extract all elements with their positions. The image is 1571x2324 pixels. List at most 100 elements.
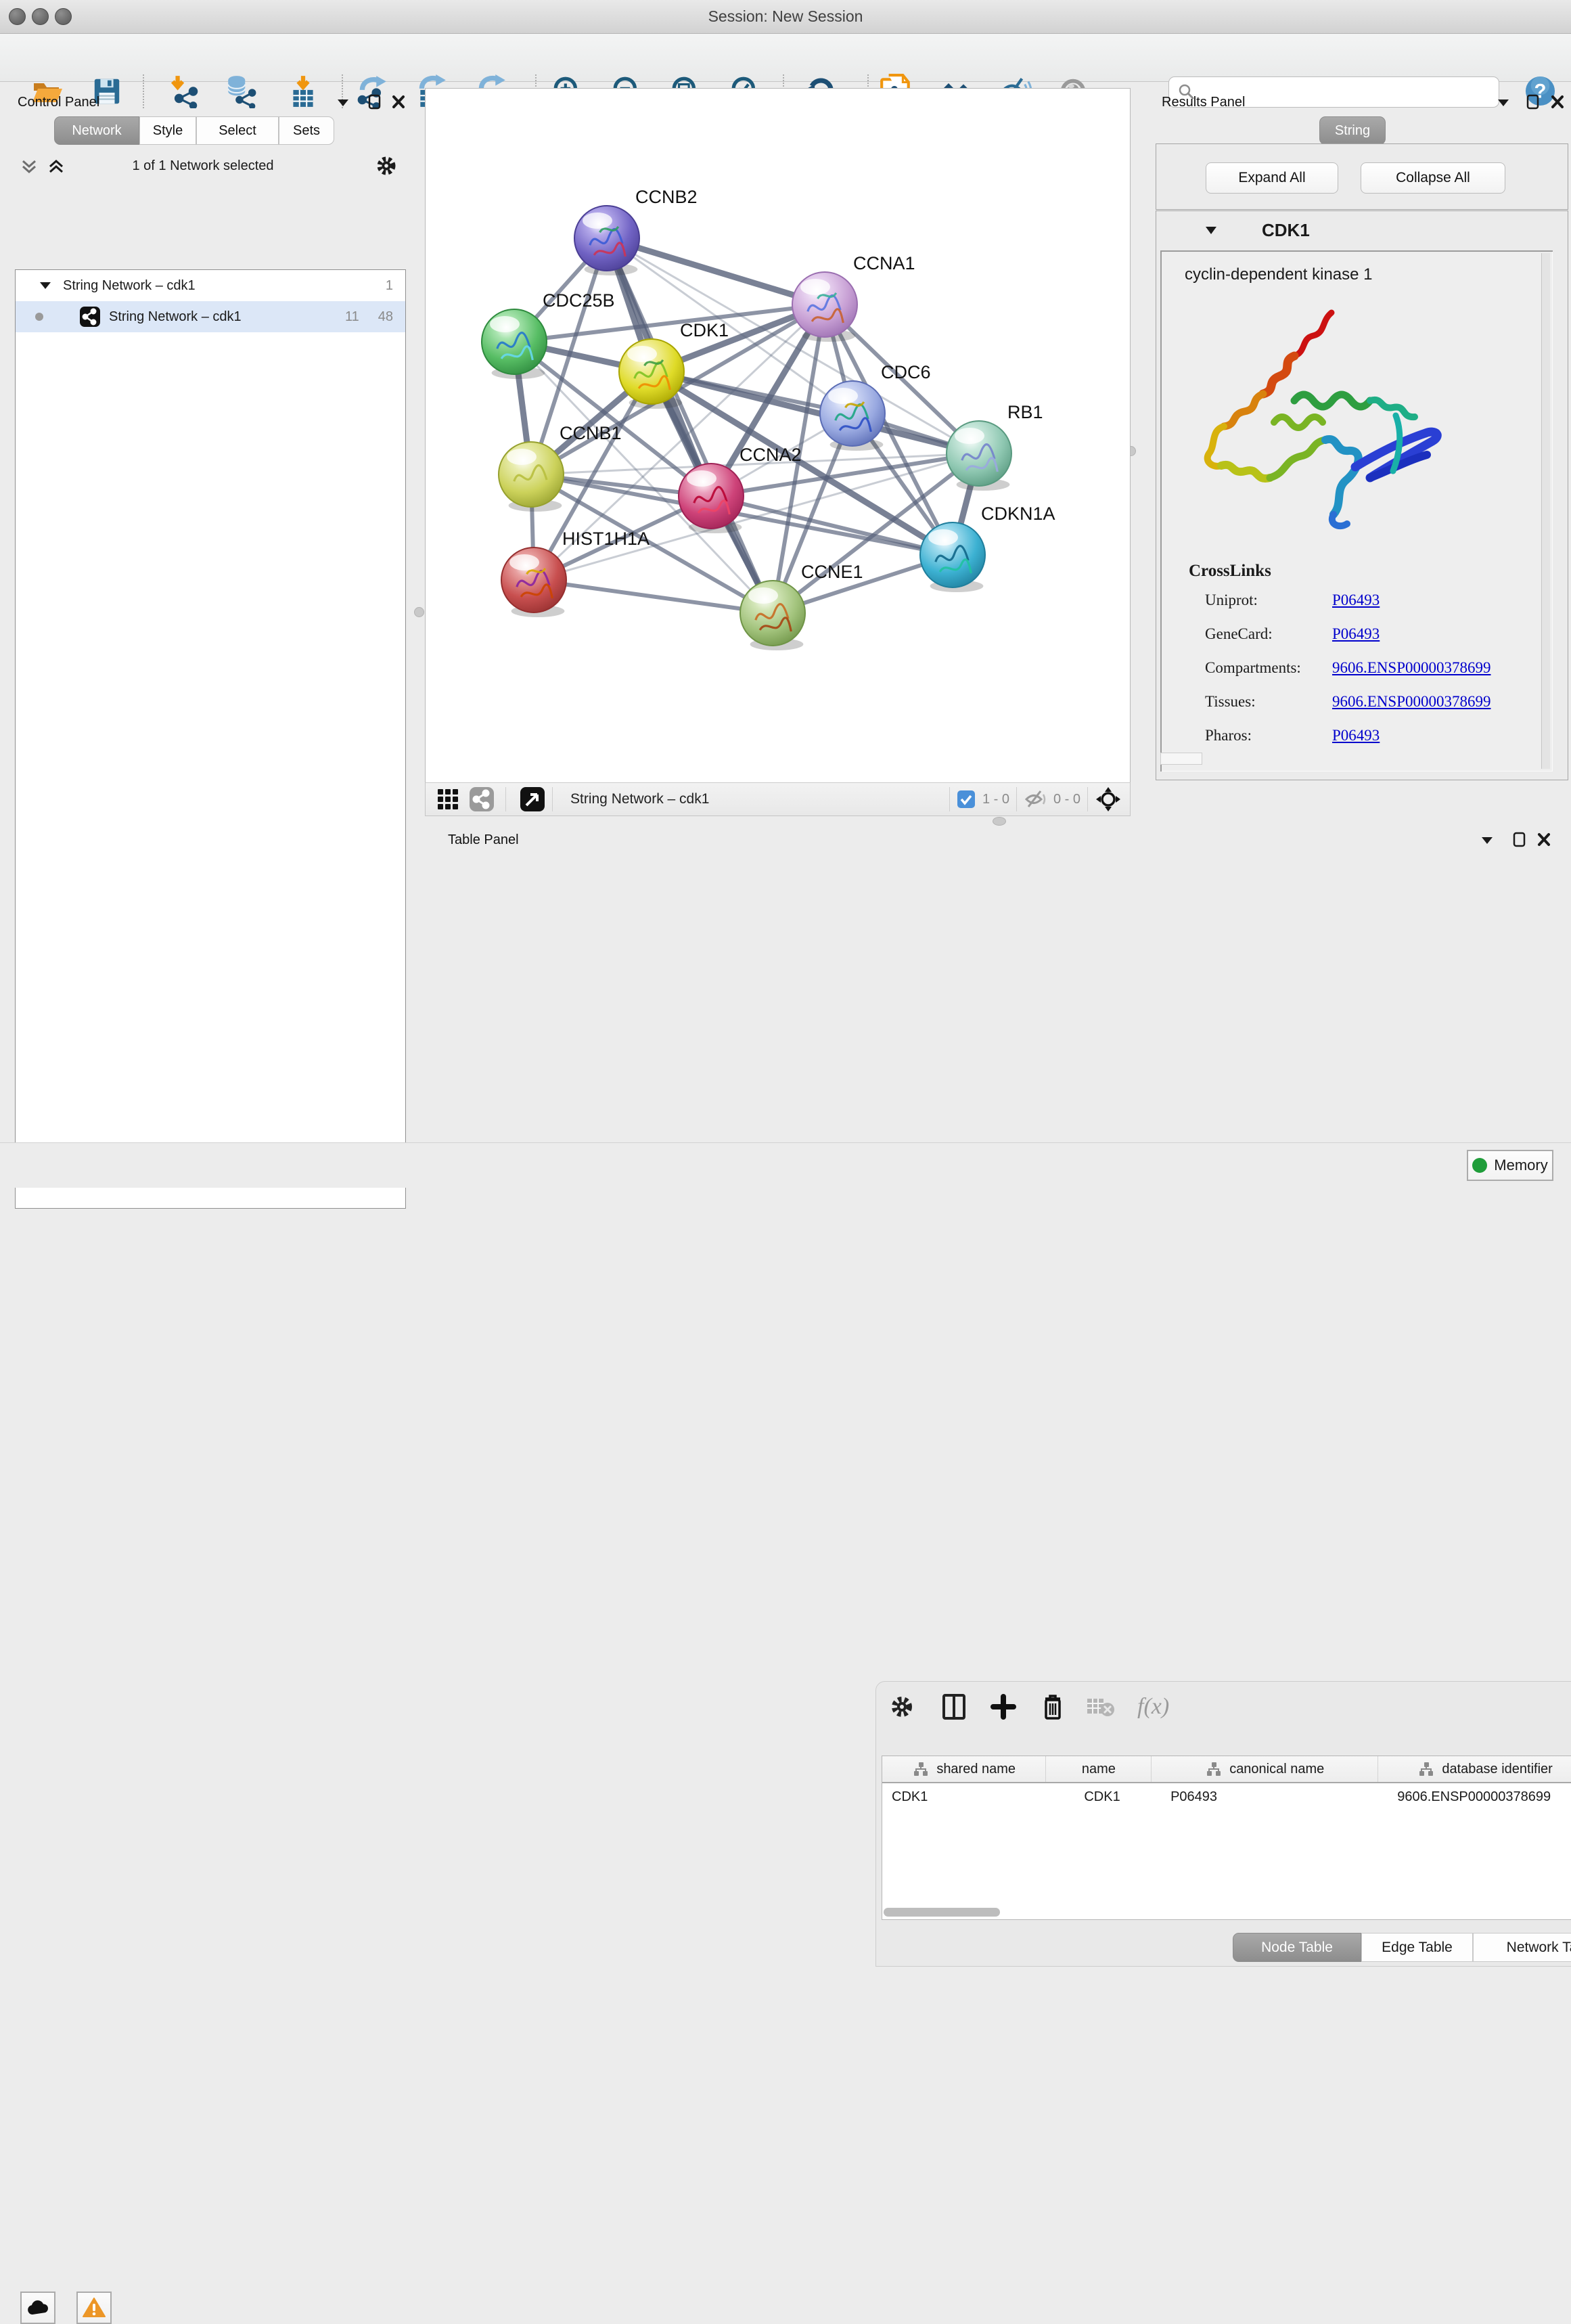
network-node-CCNB1[interactable]: CCNB1 [499,423,622,512]
close-panel-icon[interactable] [1550,93,1565,113]
memory-label: Memory [1494,1157,1547,1174]
table-cell[interactable]: CDK1 [1046,1783,1152,1810]
separator [1016,787,1017,811]
network-edge-CCNB2-CCNE1[interactable] [607,238,773,613]
undock-panel-icon[interactable] [1526,93,1541,114]
shared-column-icon [1205,1761,1223,1777]
float-panel-icon[interactable] [1496,96,1511,112]
crosslinks-title: CrossLinks [1189,562,1271,581]
network-edge-CCNB2-CCNA1[interactable] [607,238,825,305]
tab-sets[interactable]: Sets [279,116,334,145]
function-builder-button[interactable]: f(x) [1137,1694,1169,1720]
title-bar: Session: New Session [0,0,1571,34]
node-label-CCNB1: CCNB1 [560,423,622,443]
undock-panel-icon[interactable] [1512,831,1527,852]
network-node-CDC25B[interactable]: CDC25B [482,290,615,379]
cloud-button[interactable] [20,2292,55,2324]
crosslink-value-link[interactable]: 9606.ENSP00000378699 [1332,693,1491,711]
results-panel: Results Panel String Expand All Collapse… [1152,88,1571,819]
gene-description: cyclin-dependent kinase 1 [1185,265,1553,284]
close-panel-icon[interactable] [391,93,406,113]
separator [949,787,950,811]
network-node-RB1[interactable]: RB1 [947,402,1043,491]
table-header-row: shared name namecanonical namedatabase id… [882,1756,1571,1783]
column-header-name[interactable]: name [1046,1756,1152,1782]
warnings-button[interactable] [76,2292,112,2324]
left-splitter-handle[interactable] [414,607,424,617]
crosslink-value-link[interactable]: P06493 [1332,625,1380,643]
add-column-icon[interactable] [990,1693,1017,1720]
collapse-all-button[interactable]: Collapse All [1361,162,1505,194]
close-panel-icon[interactable] [1536,831,1551,851]
table-cell[interactable]: P06493 [1152,1783,1378,1810]
network-node-CDKN1A[interactable]: CDKN1A [920,504,1055,592]
node-label-CDKN1A: CDKN1A [981,504,1055,524]
crosslink-label: Compartments: [1205,659,1332,677]
network-selected-summary: 1 of 1 Network selected [5,158,401,174]
hidden-eye-icon[interactable] [1024,789,1047,809]
horizontal-splitter-handle[interactable] [993,817,1006,826]
tab-select[interactable]: Select [196,116,279,145]
network-node-HIST1H1A[interactable]: HIST1H1A [501,529,650,617]
network-collection-row[interactable]: String Network – cdk1 1 [16,270,405,301]
network-options-gear-icon[interactable] [375,154,398,181]
protein-structure-image [1193,300,1463,544]
column-header-shared-name[interactable]: shared name [882,1756,1046,1782]
hidden-count: 0 - 0 [1053,792,1080,807]
network-edge-CCNE1-HIST1H1A[interactable] [534,580,773,613]
float-panel-icon[interactable] [1480,834,1495,849]
crosslink-row: GeneCard:P06493 [1205,625,1543,643]
node-label-CDC6: CDC6 [881,362,931,382]
birdseye-crosshair-icon[interactable] [1095,786,1122,813]
section-collapse-icon[interactable] [1204,224,1219,236]
tab-style[interactable]: Style [139,116,196,145]
node-label-CDC25B: CDC25B [543,290,615,311]
tree-expander-icon[interactable] [39,280,52,291]
network-node-CCNE1[interactable]: CCNE1 [740,562,863,650]
network-node-CCNA1[interactable]: CCNA1 [792,253,915,342]
tab-string[interactable]: String [1319,116,1386,145]
crosslinks-list: Uniprot:P06493GeneCard:P06493Compartment… [1205,591,1543,761]
table-gear-icon[interactable] [888,1693,915,1720]
table-cell[interactable]: CDK1 [882,1783,1046,1810]
tab-network[interactable]: Network [54,116,139,145]
network-canvas[interactable]: CCNB2CCNA1CDC25BCDK1CDC6RB1CCNB1CCNA2CDK… [425,88,1131,783]
selected-checkbox-icon[interactable] [957,790,976,809]
tab-edge-table[interactable]: Edge Table [1361,1933,1473,1962]
delete-column-icon[interactable] [1040,1692,1066,1722]
crosslink-value-link[interactable]: P06493 [1332,727,1380,744]
gene-section-header[interactable]: CDK1 [1156,211,1568,249]
grid-view-icon[interactable] [436,788,459,811]
control-panel-tabs: NetworkStyleSelectSets [54,116,334,145]
results-horizontal-scrollbar[interactable] [1160,753,1202,765]
status-bar: Memory [0,1142,1571,1188]
node-label-RB1: RB1 [1007,402,1043,422]
network-row-selected[interactable]: String Network – cdk1 11 48 [16,301,405,332]
table-cell[interactable]: 9606.ENSP00000378699 [1378,1783,1571,1810]
table-row[interactable]: CDK1CDK1P064939606.ENSP00000378699cyclin… [882,1783,1571,1810]
column-header-canonical-name[interactable]: canonical name [1152,1756,1378,1782]
crosslink-value-link[interactable]: P06493 [1332,591,1380,609]
table-horizontal-scrollbar-thumb[interactable] [884,1908,1000,1917]
crosslink-value-link[interactable]: 9606.ENSP00000378699 [1332,659,1491,677]
node-label-CCNB2: CCNB2 [635,187,698,207]
delete-table-icon[interactable] [1086,1695,1116,1719]
tab-node-table[interactable]: Node Table [1233,1933,1361,1962]
select-columns-icon[interactable] [941,1693,967,1721]
network-graph[interactable]: CCNB2CCNA1CDC25BCDK1CDC6RB1CCNB1CCNA2CDK… [426,89,1129,781]
expand-all-button[interactable]: Expand All [1206,162,1338,194]
network-view-icon[interactable] [469,786,495,812]
node-count: 11 [345,309,359,325]
undock-panel-icon[interactable] [367,93,382,114]
column-header-label: shared name [936,1762,1016,1777]
gene-name: CDK1 [1262,220,1310,241]
results-vertical-scrollbar[interactable] [1541,253,1550,769]
warning-icon [83,2298,106,2318]
network-node-CDK1[interactable]: CDK1 [619,320,729,409]
collection-label: String Network – cdk1 [63,278,196,294]
tab-network-table[interactable]: Network Table [1473,1933,1571,1962]
float-panel-icon[interactable] [336,96,350,112]
column-header-database-identifier[interactable]: database identifier [1378,1756,1571,1782]
detach-view-icon[interactable] [520,786,545,812]
memory-button[interactable]: Memory [1467,1150,1553,1181]
